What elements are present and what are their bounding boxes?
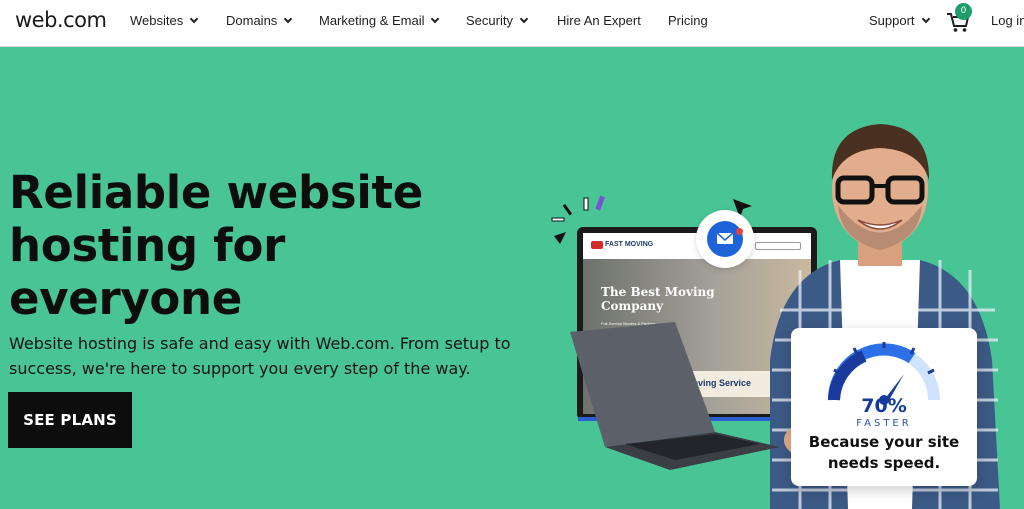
hero-illustration: FAST MOVING The Best Moving Company Full…: [540, 100, 1024, 509]
truck-icon: [591, 241, 603, 249]
nav-item-label: Marketing & Email: [319, 13, 425, 28]
chevron-down-icon: [189, 14, 199, 23]
nav-item-hire-expert[interactable]: Hire An Expert: [557, 13, 641, 28]
chevron-down-icon: [519, 14, 529, 23]
speed-tagline: Because your site needs speed.: [808, 433, 960, 472]
hero-subtext: Website hosting is safe and easy with We…: [9, 334, 511, 378]
hero-headline: Reliable website hosting for everyone: [9, 166, 423, 325]
laptop-illustration: [570, 322, 780, 470]
preview-title: The Best Moving Company: [601, 285, 715, 313]
chevron-down-icon: [921, 14, 930, 23]
nav-item-label: Domains: [226, 13, 278, 28]
top-nav: web.com Websites Domains Marketing & Ema…: [0, 0, 1024, 47]
nav-item-label: Hire An Expert: [557, 13, 641, 28]
nav-item-label: Support: [869, 13, 915, 28]
nav-item-marketing-email[interactable]: Marketing & Email: [319, 13, 440, 28]
nav-item-websites[interactable]: Websites: [130, 13, 199, 28]
nav-item-label: Websites: [130, 13, 184, 28]
chevron-down-icon: [284, 14, 293, 23]
nav-item-label: Security: [466, 13, 513, 28]
nav-item-security[interactable]: Security: [466, 13, 529, 28]
nav-item-domains[interactable]: Domains: [226, 13, 293, 28]
cart-count-badge: 0: [955, 3, 972, 20]
speed-percent: 70%: [861, 395, 907, 417]
speed-faster-label: FASTER: [856, 418, 912, 429]
see-plans-button[interactable]: SEE PLANS: [8, 392, 132, 448]
preview-logo: FAST MOVING: [605, 241, 654, 248]
login-link[interactable]: Log in: [991, 13, 1024, 28]
nav-item-pricing[interactable]: Pricing: [668, 13, 708, 28]
speed-badge-card: 70% FASTER Because your site needs speed…: [791, 328, 977, 486]
site-logo[interactable]: web.com: [15, 8, 107, 32]
chevron-down-icon: [431, 14, 440, 23]
nav-item-label: Pricing: [668, 13, 708, 28]
nav-item-support[interactable]: Support: [869, 13, 930, 28]
